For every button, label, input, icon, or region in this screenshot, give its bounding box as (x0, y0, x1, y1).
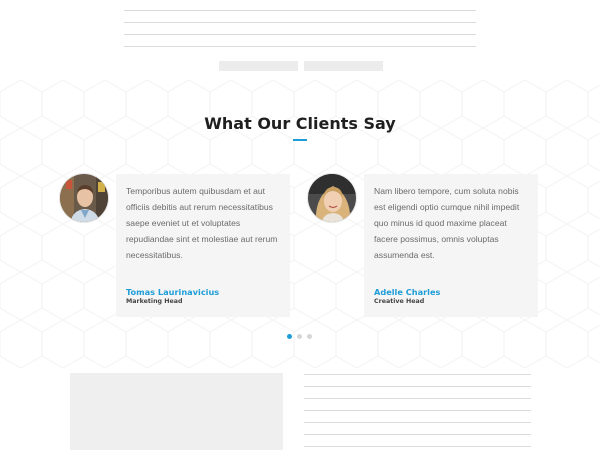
placeholder-line (304, 422, 531, 423)
placeholder-image (70, 373, 283, 450)
placeholder-line (304, 410, 531, 411)
title-underline (293, 139, 307, 141)
section-title: What Our Clients Say (204, 114, 396, 133)
avatar (307, 173, 357, 223)
testimonial-text: Temporibus autem quibusdam et aut offici… (126, 186, 278, 260)
placeholder-line (124, 34, 476, 35)
testimonial-card: Temporibus autem quibusdam et aut offici… (116, 174, 290, 317)
placeholder-button[interactable] (304, 61, 383, 71)
client-role: Marketing Head (126, 298, 183, 305)
carousel-pagination (287, 334, 312, 339)
placeholder-line (304, 374, 531, 375)
client-role: Creative Head (374, 298, 425, 305)
avatar (59, 173, 109, 223)
placeholder-line (304, 446, 531, 447)
avatar-woman-icon (308, 174, 356, 222)
placeholder-line (304, 398, 531, 399)
testimonial-text: Nam libero tempore, cum soluta nobis est… (374, 186, 520, 260)
placeholder-button[interactable] (219, 61, 298, 71)
placeholder-line (304, 434, 531, 435)
carousel-dot-1[interactable] (287, 334, 292, 339)
placeholder-line (124, 10, 476, 11)
client-name[interactable]: Adelle Charles (374, 287, 440, 297)
placeholder-line (124, 22, 476, 23)
testimonial-card: Nam libero tempore, cum soluta nobis est… (364, 174, 538, 317)
carousel-dot-3[interactable] (307, 334, 312, 339)
testimonials-section: What Our Clients Say Temporibus autem qu… (0, 80, 600, 368)
placeholder-line (304, 386, 531, 387)
avatar-man-icon (60, 174, 108, 222)
carousel-dot-2[interactable] (297, 334, 302, 339)
placeholder-line (124, 46, 476, 47)
client-name[interactable]: Tomas Laurinavicius (126, 287, 219, 297)
